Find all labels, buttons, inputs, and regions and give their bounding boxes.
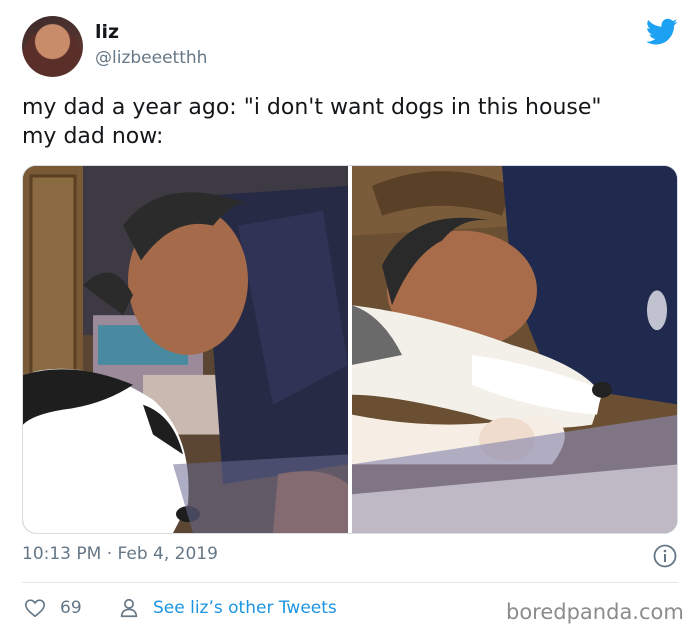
avatar[interactable] <box>22 16 83 77</box>
like-count[interactable]: 69 <box>60 598 82 618</box>
person-icon[interactable] <box>118 597 140 619</box>
author-handle[interactable]: @lizbeeetthh <box>95 48 207 68</box>
tweet-text: my dad a year ago: "i don't want dogs in… <box>22 95 602 149</box>
info-icon[interactable] <box>653 544 677 568</box>
author-name[interactable]: liz <box>95 21 119 43</box>
heart-icon[interactable] <box>24 597 46 619</box>
tweet-media[interactable] <box>22 165 678 534</box>
divider <box>22 582 678 583</box>
see-other-tweets-link[interactable]: See liz’s other Tweets <box>153 598 337 618</box>
watermark: boredpanda.com <box>506 600 684 624</box>
photo-dad-with-dog-left[interactable] <box>23 166 348 533</box>
twitter-bird-icon[interactable] <box>646 18 678 46</box>
photo-dad-with-dog-right[interactable] <box>352 166 678 533</box>
tweet-timestamp[interactable]: 10:13 PM · Feb 4, 2019 <box>22 544 218 564</box>
